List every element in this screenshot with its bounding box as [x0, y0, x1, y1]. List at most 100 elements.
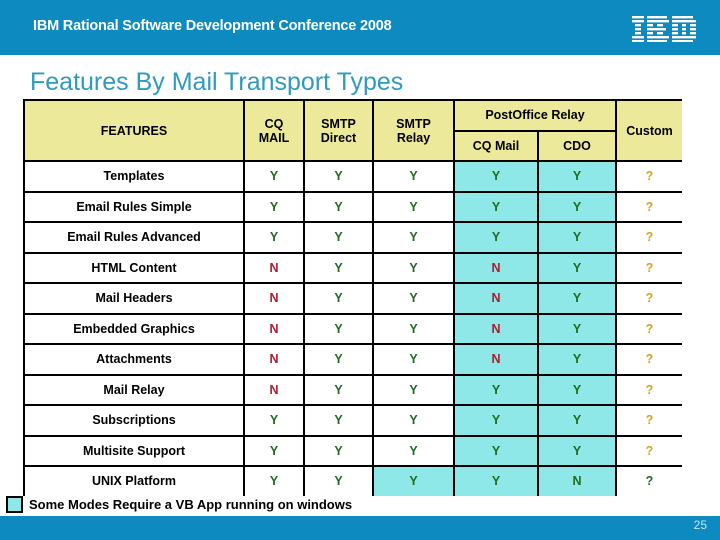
cell-custom: ?: [615, 465, 682, 496]
legend-label: Some Modes Require a VB App running on w…: [29, 497, 353, 512]
cell-por-cdo: Y: [537, 373, 617, 406]
cell-cq-mail: N: [243, 373, 305, 406]
cell-value: N: [572, 474, 582, 489]
cell-value: Y: [269, 169, 279, 184]
cell-smtp-relay: Y: [372, 251, 455, 284]
cell-smtp-direct: Y: [303, 282, 374, 315]
cell-smtp-relay: Y: [372, 404, 455, 437]
cell-smtp-relay: Y: [372, 373, 455, 406]
cell-value: Y: [409, 382, 418, 397]
cell-custom: ?: [615, 373, 682, 406]
feature-name-cell: Embedded Graphics: [23, 312, 245, 345]
page-title: Features By Mail Transport Types: [30, 68, 404, 96]
cell-value: ?: [645, 199, 654, 214]
cell-por-cq-mail: Y: [453, 404, 539, 437]
feature-name-cell: Email Rules Simple: [23, 190, 245, 223]
cell-value: Y: [269, 199, 279, 214]
cell-value: Y: [409, 413, 418, 428]
cell-cq-mail: N: [243, 282, 305, 315]
cell-por-cq-mail: N: [453, 343, 539, 376]
cell-value: Y: [334, 230, 343, 245]
table-row: Embedded Graphics N Y Y N Y?: [23, 312, 682, 345]
cell-value: Y: [269, 230, 279, 245]
table-row: Subscriptions Y Y Y Y Y?: [23, 404, 682, 437]
cell-smtp-relay: Y: [372, 221, 455, 254]
column-header-cq-mail-line1: CQ: [264, 116, 284, 131]
cell-value: Y: [491, 474, 501, 489]
column-header-smtp-direct-line1: SMTP: [321, 116, 356, 131]
cell-por-cdo: Y: [537, 282, 617, 315]
column-header-custom: Custom: [615, 99, 682, 162]
cell-smtp-direct: Y: [303, 465, 374, 496]
feature-name-cell: Subscriptions: [23, 404, 245, 437]
column-header-cq-mail-line2: MAIL: [258, 130, 290, 145]
cell-por-cdo: Y: [537, 190, 617, 223]
cell-value: ?: [645, 260, 654, 275]
table-row: Multisite Support Y Y Y Y Y?: [23, 434, 682, 467]
cell-por-cdo: Y: [537, 434, 617, 467]
cell-value: Y: [269, 443, 279, 458]
column-header-smtp-direct: SMTP Direct: [303, 99, 374, 162]
cell-value: Y: [334, 169, 343, 184]
cell-por-cq-mail: N: [453, 251, 539, 284]
cell-value: Y: [572, 352, 582, 367]
cell-smtp-relay: Y: [372, 190, 455, 223]
cell-custom: ?: [615, 190, 682, 223]
cell-value: Y: [334, 321, 343, 336]
cell-value: Y: [334, 352, 343, 367]
cell-value: Y: [572, 321, 582, 336]
cell-value: N: [491, 352, 501, 367]
cell-por-cdo: Y: [537, 312, 617, 345]
cell-por-cdo: Y: [537, 251, 617, 284]
cell-value: Y: [409, 352, 418, 367]
table-body: Templates Y Y Y Y Y? Email Rules Simple Y Y Y Y Y? E…: [23, 160, 682, 496]
column-header-smtp-direct-line2: Direct: [320, 130, 357, 145]
features-table-container: FEATURES CQ MAIL SMTP Direct SMTP Relay …: [23, 99, 682, 496]
cell-smtp-direct: Y: [303, 190, 374, 223]
cell-value: Y: [572, 199, 582, 214]
cell-value: Y: [491, 199, 501, 214]
legend: Some Modes Require a VB App running on w…: [6, 496, 352, 513]
cell-value: ?: [645, 413, 654, 428]
cell-cq-mail: Y: [243, 190, 305, 223]
footer-band: 25: [0, 516, 720, 540]
cell-custom: ?: [615, 312, 682, 345]
cell-value: Y: [409, 474, 418, 489]
table-row: Templates Y Y Y Y Y?: [23, 160, 682, 193]
cell-value: Y: [409, 321, 418, 336]
feature-name-cell: Mail Headers: [23, 282, 245, 315]
cell-value: N: [491, 260, 501, 275]
feature-name-cell: Attachments: [23, 343, 245, 376]
column-header-cq-mail: CQ MAIL: [243, 99, 305, 162]
cell-value: Y: [334, 443, 343, 458]
cell-value: ?: [645, 321, 654, 336]
cell-value: Y: [409, 199, 418, 214]
cell-value: N: [269, 352, 279, 367]
cell-por-cq-mail: Y: [453, 190, 539, 223]
column-header-por-cdo: CDO: [537, 129, 617, 162]
table-row: Mail Relay N Y Y Y Y?: [23, 373, 682, 406]
cell-value: ?: [645, 230, 654, 245]
cell-value: N: [491, 321, 501, 336]
cell-cq-mail: Y: [243, 221, 305, 254]
cell-value: Y: [269, 474, 279, 489]
cell-value: N: [269, 291, 279, 306]
cell-smtp-direct: Y: [303, 434, 374, 467]
cell-smtp-direct: Y: [303, 160, 374, 193]
cell-smtp-direct: Y: [303, 251, 374, 284]
cell-custom: ?: [615, 251, 682, 284]
cell-smtp-direct: Y: [303, 221, 374, 254]
table-row: Email Rules Advanced Y Y Y Y Y?: [23, 221, 682, 254]
cell-cq-mail: Y: [243, 404, 305, 437]
cell-value: Y: [491, 443, 501, 458]
cell-value: ?: [645, 352, 654, 367]
cell-value: N: [269, 321, 279, 336]
cell-cq-mail: N: [243, 312, 305, 345]
cell-smtp-relay: Y: [372, 465, 455, 496]
cell-custom: ?: [615, 160, 682, 193]
cell-smtp-relay: Y: [372, 343, 455, 376]
cell-por-cdo: N: [537, 465, 617, 496]
cell-por-cdo: Y: [537, 343, 617, 376]
cell-value: ?: [645, 443, 654, 458]
cell-value: Y: [572, 291, 582, 306]
